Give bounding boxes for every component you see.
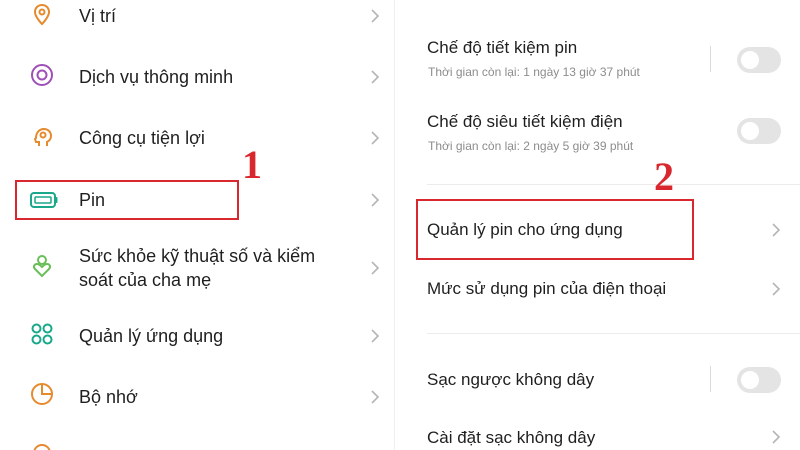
super-power-saving-toggle[interactable] bbox=[737, 118, 781, 144]
storage-pie-icon bbox=[30, 382, 54, 406]
menu-item-label: Quản lý ứng dụng bbox=[79, 326, 224, 346]
menu-item-label: Dịch vụ thông minh bbox=[79, 67, 234, 87]
chevron-right-icon bbox=[367, 258, 383, 278]
setting-title: Cài đặt sạc không dây bbox=[427, 428, 596, 447]
partial-icon bbox=[30, 440, 51, 450]
menu-item-label: Công cụ tiện lợi bbox=[79, 128, 205, 148]
setting-wireless-charging-settings[interactable]: Cài đặt sạc không dây bbox=[400, 418, 800, 450]
chevron-right-icon bbox=[367, 6, 383, 26]
menu-item-app-management[interactable]: Quản lý ứng dụng bbox=[0, 316, 390, 356]
menu-item-partial bbox=[0, 436, 390, 450]
power-saving-toggle[interactable] bbox=[737, 47, 781, 73]
convenience-tools-icon bbox=[30, 124, 54, 148]
highlight-box-app-battery-management bbox=[416, 199, 694, 260]
location-pin-icon bbox=[30, 3, 54, 27]
chevron-right-icon bbox=[768, 279, 784, 299]
toggle-knob bbox=[741, 371, 759, 389]
setting-title: Chế độ siêu tiết kiệm điện bbox=[427, 112, 623, 131]
chevron-right-icon bbox=[367, 326, 383, 346]
menu-item-digital-wellbeing[interactable]: Sức khỏe kỹ thuật số và kiểm soát của ch… bbox=[0, 240, 390, 296]
setting-phone-battery-usage[interactable]: Mức sử dụng pin của điện thoại bbox=[400, 270, 800, 310]
panel-divider bbox=[394, 0, 395, 450]
settings-menu-panel: Vị trí Dịch vụ thông minh Công cụ tiện l… bbox=[0, 0, 390, 450]
reverse-wireless-charging-toggle[interactable] bbox=[737, 367, 781, 393]
setting-subtitle: Thời gian còn lại: 1 ngày 13 giờ 37 phút bbox=[428, 65, 640, 79]
highlight-box-battery bbox=[15, 180, 239, 220]
setting-reverse-wireless-charging: Sạc ngược không dây bbox=[400, 360, 800, 400]
menu-item-label-line2: soát của cha mẹ bbox=[79, 270, 212, 290]
setting-title: Sạc ngược không dây bbox=[427, 370, 595, 389]
chevron-right-icon bbox=[768, 220, 784, 240]
setting-power-saving-mode: Chế độ tiết kiệm pin Thời gian còn lại: … bbox=[400, 34, 800, 90]
setting-title: Chế độ tiết kiệm pin bbox=[427, 38, 578, 57]
step-number-2: 2 bbox=[654, 154, 674, 199]
menu-item-convenience-tools[interactable]: Công cụ tiện lợi bbox=[0, 118, 390, 158]
digital-wellbeing-icon bbox=[30, 254, 54, 278]
step-number-1: 1 bbox=[242, 142, 262, 187]
chevron-right-icon bbox=[367, 128, 383, 148]
setting-subtitle: Thời gian còn lại: 2 ngày 5 giờ 39 phút bbox=[428, 139, 634, 153]
menu-item-location[interactable]: Vị trí bbox=[0, 0, 390, 40]
toggle-knob bbox=[741, 51, 759, 69]
chevron-right-icon bbox=[768, 427, 784, 447]
section-divider bbox=[427, 184, 800, 185]
section-divider bbox=[427, 333, 800, 334]
menu-item-label: Vị trí bbox=[79, 6, 117, 26]
menu-item-smart-service[interactable]: Dịch vụ thông minh bbox=[0, 56, 390, 96]
menu-item-storage[interactable]: Bộ nhớ bbox=[0, 376, 390, 416]
smart-service-icon bbox=[30, 63, 54, 87]
setting-title: Mức sử dụng pin của điện thoại bbox=[427, 279, 667, 298]
toggle-knob bbox=[741, 122, 759, 140]
menu-item-label: Bộ nhớ bbox=[79, 387, 138, 407]
toggle-separator bbox=[710, 46, 711, 72]
setting-super-power-saving-mode: Chế độ siêu tiết kiệm điện Thời gian còn… bbox=[400, 108, 800, 164]
chevron-right-icon bbox=[367, 387, 383, 407]
toggle-separator bbox=[710, 366, 711, 392]
chevron-right-icon bbox=[367, 190, 383, 210]
chevron-right-icon bbox=[367, 67, 383, 87]
app-grid-icon bbox=[30, 322, 54, 346]
menu-item-label-line1: Sức khỏe kỹ thuật số và kiểm bbox=[79, 246, 316, 266]
